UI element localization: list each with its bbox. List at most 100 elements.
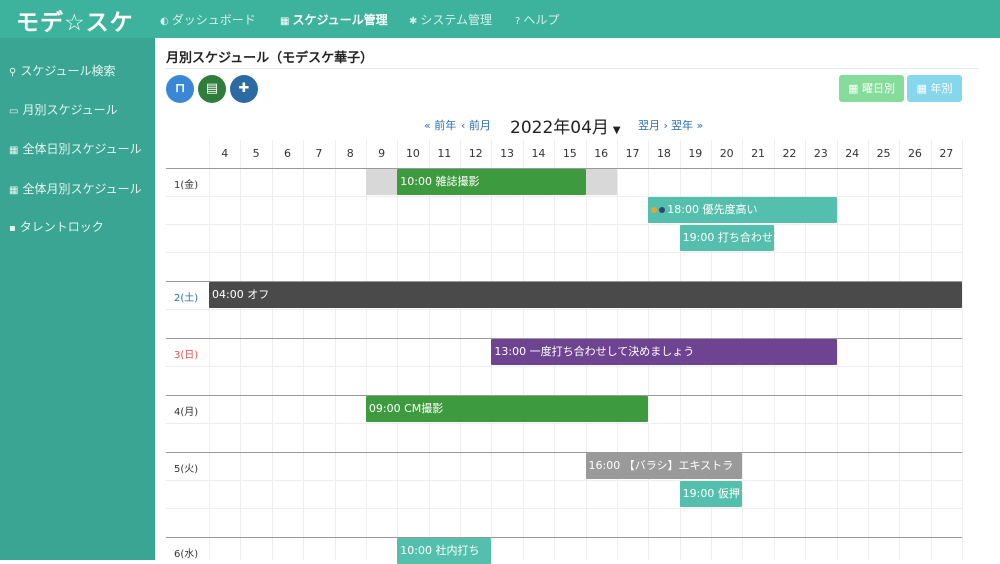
grid-column-line [867,140,869,560]
calendar-icon: ▦ [9,185,19,196]
schedule-event[interactable]: 10:00 社内打ち [397,538,492,564]
plus-icon: ✚ [238,81,250,96]
grid-column-line [334,140,336,560]
day-label: 5(火) [174,464,199,475]
priority-dot-icon [659,207,666,213]
app-logo[interactable]: モデ☆スケ [16,3,134,37]
grid-column-line [428,140,430,560]
event-label: 10:00 雑誌撮影 [400,175,480,188]
hour-label: 27 [939,147,954,160]
event-label: 04:00 オフ [212,288,270,301]
hour-label: 5 [252,147,260,160]
topnav-label: スケジュール管理 [292,13,388,27]
sidebar-item-label: 全体月別スケジュール [22,182,142,196]
event-label: 19:00 打ち合わせ [682,231,773,244]
grid-column-line [962,140,963,560]
unlock-icon: ⊓ [174,81,186,96]
month-selector[interactable]: 2022年04月 ▼ [510,113,621,138]
lane-line [166,196,962,197]
lane-line [166,508,962,509]
sidebar-item-0[interactable]: ⚲ スケジュール検索 [9,62,116,79]
hour-label: 8 [346,147,354,160]
topnav-item-2[interactable]: ✱ システム管理 [409,11,492,28]
sidebar-item-4[interactable]: ▪ タレントロック [9,218,104,235]
prev-month-link[interactable]: ‹ 前月 [461,117,491,133]
event-label: 16:00 【バラシ】エキストラ [588,459,734,472]
page-title: 月別スケジュール（モデスケ華子） [166,51,374,66]
topnav-item-0[interactable]: ◐ ダッシュボード [160,11,256,28]
calendar-icon: ▦ [280,16,290,27]
event-label: 13:00 一度打ち合わせして決めましょう [494,345,695,358]
hour-label: 9 [378,147,386,160]
topnav-item-3[interactable]: ? ヘルプ [515,11,559,28]
grid-column-line [303,140,305,560]
event-label: 10:00 社内打ち [400,544,480,557]
excel-icon: ▤ [205,81,219,96]
title-divider [166,68,978,69]
topnav-label: システム管理 [420,13,493,27]
hour-label: 15 [562,147,577,160]
lane-line [166,423,962,424]
sidebar-item-label: スケジュール検索 [20,64,116,78]
grid-column-line [930,140,932,560]
event-label: 18:00 優先度高い [667,203,758,216]
hour-label: 18 [656,147,671,160]
unavailable-slot [585,169,617,195]
schedule-event[interactable]: 19:00 打ち合わせ [679,225,774,251]
grid-column-line [397,140,399,560]
sidebar-item-1[interactable]: ▭ 月別スケジュール [9,101,118,118]
grid-column-line [365,140,367,560]
hour-label: 14 [531,147,546,160]
day-divider [166,537,962,538]
calendar-icon: ▦ [9,145,19,156]
day-label: 2(土) [174,293,199,304]
grid-column-line [836,140,838,560]
lane-line [166,252,962,253]
topnav-label: ヘルプ [523,13,560,27]
grid-column-line [899,140,901,560]
schedule-event[interactable]: 18:00 優先度高い [648,197,837,223]
schedule-event[interactable]: 10:00 雑誌撮影 [397,169,586,195]
add-schedule-button[interactable]: ✚ [230,75,258,103]
day-label: 3(日) [174,350,199,361]
sidebar-item-label: 全体日別スケジュール [22,142,142,156]
sidebar: ⚲ スケジュール検索 ▭ 月別スケジュール ▦ 全体日別スケジュール ▦ 全体月別スケジュール… [0,38,155,560]
hour-label: 26 [907,147,922,160]
hour-label: 19 [688,147,703,160]
schedule-event[interactable]: 09:00 CM撮影 [365,396,649,422]
hour-label: 16 [594,147,609,160]
grid-column-line [240,140,242,560]
lane-line [166,224,962,225]
next-month-link[interactable]: 翌月 › [638,117,668,133]
schedule-event[interactable]: 19:00 仮押さえ [679,481,743,507]
topnav-item-1[interactable]: ▦ スケジュール管理 [280,11,388,28]
unavailable-slot [365,169,398,195]
sidebar-item-2[interactable]: ▦ 全体日別スケジュール [9,140,142,157]
excel-export-button[interactable]: ▤ [198,75,226,103]
unlock-button[interactable]: ⊓ [166,75,194,103]
event-label: 19:00 仮押さえ [682,487,743,500]
schedule-event[interactable]: 16:00 【バラシ】エキストラ [585,453,743,479]
topnav-label: ダッシュボード [171,13,256,27]
help-icon: ? [515,16,521,27]
day-label: 4(月) [174,407,199,418]
gear-icon: ✱ [409,16,418,27]
hour-label: 10 [405,147,420,160]
weekday-view-button[interactable]: ▦ 曜日別 [839,75,904,102]
calendar-icon: ▭ [9,106,19,117]
schedule-event[interactable]: 13:00 一度打ち合わせして決めましょう [491,339,837,365]
next-year-link[interactable]: 翌年 » [671,117,703,133]
hour-label: 23 [813,147,828,160]
year-view-button[interactable]: ▦ 年別 [907,75,962,102]
grid-column-line [209,140,210,560]
schedule-event[interactable]: 04:00 オフ [209,282,962,308]
lane-line [166,309,962,310]
event-label: 09:00 CM撮影 [368,402,444,415]
day-label: 1(金) [174,180,199,191]
hour-label: 20 [719,147,734,160]
sidebar-item-3[interactable]: ▦ 全体月別スケジュール [9,180,142,197]
prev-year-link[interactable]: « 前年 [424,117,456,133]
day-label: 6(水) [174,549,199,560]
grid-column-line [460,140,461,560]
lane-line [166,366,962,367]
